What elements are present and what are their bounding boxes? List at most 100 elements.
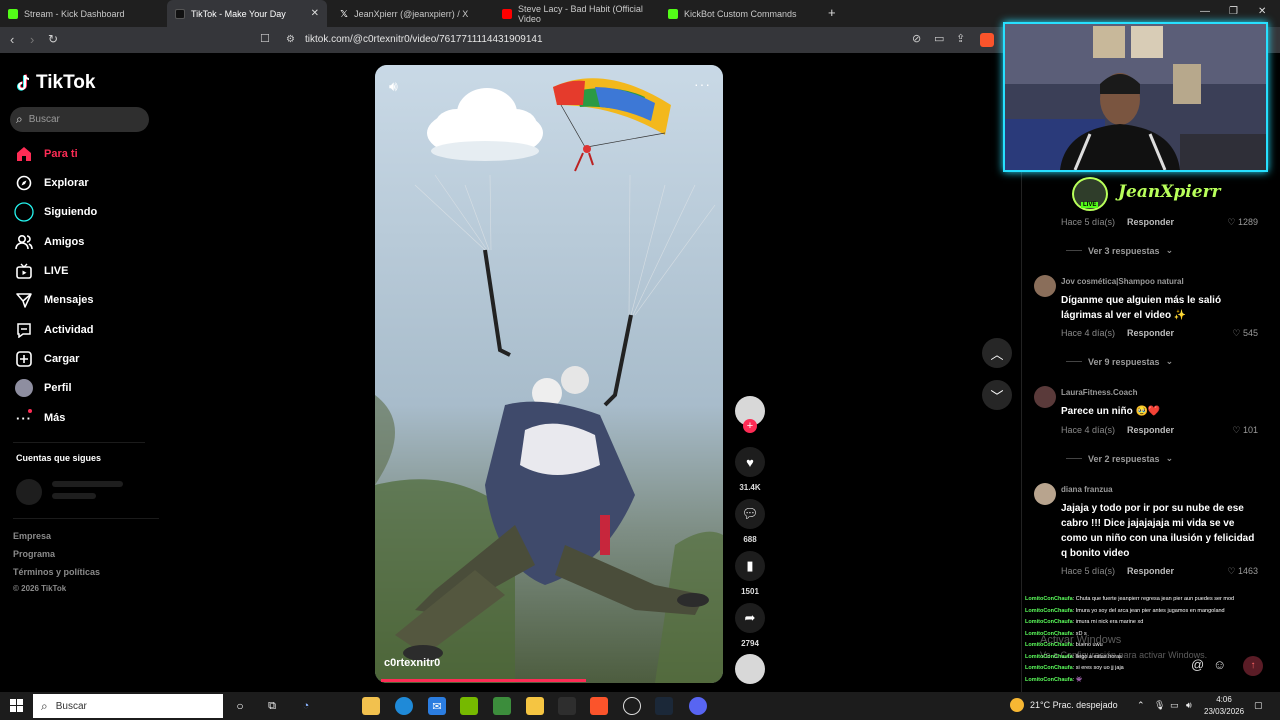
reply-button[interactable]: Responder xyxy=(1127,425,1174,435)
view-replies-button[interactable]: Ver 9 respuestas ⌄ xyxy=(1066,356,1173,367)
nav-actividad[interactable]: Actividad xyxy=(14,321,94,339)
next-video-button[interactable]: ﹀ xyxy=(982,380,1012,410)
url-field[interactable]: tiktok.com/@c0rtexnitr0/video/7617711114… xyxy=(305,34,543,45)
music-disc-icon[interactable] xyxy=(735,654,765,684)
reply-button[interactable]: Responder xyxy=(1127,566,1174,576)
tab-tiktok[interactable]: TikTok - Make Your Day ✕ xyxy=(167,0,327,27)
comment-meta: Hace 5 día(s) Responder xyxy=(1061,566,1174,576)
share-icon[interactable]: ⇪ xyxy=(956,32,965,45)
video-player[interactable] xyxy=(375,65,723,683)
comment-action[interactable]: 💬︎ 688 xyxy=(735,499,765,544)
close-tab-icon[interactable]: ✕ xyxy=(311,8,319,19)
video-more-options-icon[interactable]: ··· xyxy=(694,76,711,92)
mention-icon[interactable]: @ xyxy=(1191,657,1204,672)
heart-icon[interactable]: ♥ xyxy=(735,447,765,477)
weather-text[interactable]: 21°C Prac. despejado xyxy=(1030,700,1118,710)
nvidia-icon[interactable] xyxy=(460,697,478,715)
reload-icon[interactable]: ↻ xyxy=(48,32,58,46)
comment-avatar[interactable] xyxy=(1034,275,1056,297)
forward-icon[interactable]: › xyxy=(30,32,34,47)
task-view-icon[interactable]: ⧉ xyxy=(263,697,281,715)
save-action[interactable]: ▮ 1501 xyxy=(735,551,765,596)
comment-like[interactable]: ♡ 1463 xyxy=(1227,566,1258,577)
video-progress-bar[interactable] xyxy=(381,679,586,682)
author-avatar-action[interactable]: + xyxy=(735,396,765,433)
mail-icon[interactable]: ✉ xyxy=(428,697,446,715)
previous-video-button[interactable]: ︿ xyxy=(982,338,1012,368)
nav-cargar[interactable]: Cargar xyxy=(14,350,79,368)
bookmark-icon[interactable]: ☐ xyxy=(260,32,270,45)
nav-explorar[interactable]: Explorar xyxy=(14,174,89,192)
view-replies-button[interactable]: Ver 3 respuestas ⌄ xyxy=(1066,245,1173,256)
nav-siguiendo[interactable]: Siguiendo xyxy=(14,202,97,222)
bookmark-icon[interactable]: ▮ xyxy=(735,551,765,581)
nav-amigos[interactable]: Amigos xyxy=(14,233,84,251)
tiktok-logo[interactable]: TikTok xyxy=(16,72,95,94)
steam-icon[interactable] xyxy=(655,697,673,715)
close-window-icon[interactable]: ✕ xyxy=(1258,6,1266,17)
tab-x-profile[interactable]: 𝕏 JeanXpierr (@jeanxpierr) / X xyxy=(332,0,494,27)
microphone-icon[interactable]: 🎙︎ xyxy=(1154,700,1165,711)
nav-live[interactable]: LIVE xyxy=(14,262,68,280)
tab-kickbot[interactable]: KickBot Custom Commands xyxy=(660,0,820,27)
photos-icon[interactable] xyxy=(493,697,511,715)
comment-avatar[interactable] xyxy=(1034,386,1056,408)
footer-link-programa[interactable]: Programa xyxy=(13,549,55,559)
nav-mensajes[interactable]: Mensajes xyxy=(14,291,94,309)
weather-icon xyxy=(1010,698,1024,712)
follow-plus-icon[interactable]: + xyxy=(743,419,757,433)
music-disc-action[interactable] xyxy=(735,654,765,684)
nav-mas[interactable]: ··· Más xyxy=(14,409,65,427)
share-action[interactable]: ➦ 2794 xyxy=(735,603,765,648)
volume-icon[interactable]: 🔊︎ xyxy=(389,78,398,95)
site-info-icon[interactable]: ⚙ xyxy=(286,34,295,45)
comment-like[interactable]: ♡ 101 xyxy=(1232,425,1258,436)
comment-like[interactable]: ♡ 545 xyxy=(1232,328,1258,339)
comment-username[interactable]: LauraFitness.Coach xyxy=(1061,388,1137,397)
store-icon[interactable] xyxy=(362,697,380,715)
comment-username[interactable]: Jov cosmética|Shampoo natural xyxy=(1061,277,1184,286)
footer-link-terms[interactable]: Términos y políticas xyxy=(13,567,100,577)
clock[interactable]: 4:06 23/03/2026 xyxy=(1204,694,1244,718)
taskbar-search-input[interactable]: ⌕ Buscar xyxy=(33,694,223,718)
volume-tray-icon[interactable]: 🔊︎ xyxy=(1186,700,1192,711)
cortana-icon[interactable]: ○ xyxy=(231,697,249,715)
copilot-icon[interactable]: ◔ xyxy=(297,697,315,715)
obs-icon[interactable] xyxy=(558,697,576,715)
back-icon[interactable]: ‹ xyxy=(10,32,14,47)
discord-icon[interactable] xyxy=(689,697,707,715)
network-icon[interactable]: ▭ xyxy=(1170,700,1179,711)
nav-para-ti[interactable]: Para ti xyxy=(14,145,78,163)
brave-icon[interactable] xyxy=(590,697,608,715)
view-replies-button[interactable]: Ver 2 respuestas ⌄ xyxy=(1066,453,1173,464)
taskbar-search-placeholder: Buscar xyxy=(55,700,87,712)
reply-button[interactable]: Responder xyxy=(1127,217,1174,227)
tray-chevron-icon[interactable]: ⌃ xyxy=(1137,700,1145,711)
tab-youtube[interactable]: Steve Lacy - Bad Habit (Official Video xyxy=(494,0,656,27)
emoji-icon[interactable]: ☺ xyxy=(1213,657,1226,672)
comment-like[interactable]: ♡ 1289 xyxy=(1227,217,1258,228)
comment-avatar[interactable] xyxy=(1034,483,1056,505)
cast-icon[interactable]: ▭ xyxy=(934,32,944,45)
no-camera-icon[interactable]: ⊘ xyxy=(912,32,921,45)
post-comment-button[interactable]: ↑ xyxy=(1243,656,1263,676)
comment-icon[interactable]: 💬︎ xyxy=(735,499,765,529)
windows-start-icon[interactable] xyxy=(10,699,23,712)
footer-link-empresa[interactable]: Empresa xyxy=(13,531,51,541)
notifications-icon[interactable]: ▢ xyxy=(1254,700,1263,711)
new-tab-button[interactable]: + xyxy=(828,5,836,20)
file-explorer-icon[interactable] xyxy=(526,697,544,715)
brave-shield-icon[interactable] xyxy=(980,33,994,47)
video-author-name[interactable]: c0rtexnitr0 xyxy=(384,657,440,669)
share-arrow-icon[interactable]: ➦ xyxy=(735,603,765,633)
like-action[interactable]: ♥ 31.4K xyxy=(735,447,765,492)
obs-studio-icon[interactable] xyxy=(623,697,641,715)
nav-perfil[interactable]: Perfil xyxy=(14,379,72,397)
minimize-icon[interactable]: — xyxy=(1200,6,1210,17)
tab-kick-dashboard[interactable]: Stream - Kick Dashboard xyxy=(0,0,165,27)
edge-icon[interactable] xyxy=(395,697,413,715)
comment-username[interactable]: diana franzua xyxy=(1061,485,1113,494)
search-input[interactable]: ⌕ Buscar xyxy=(10,107,149,132)
restore-icon[interactable]: ❐ xyxy=(1229,6,1238,17)
reply-button[interactable]: Responder xyxy=(1127,328,1174,338)
